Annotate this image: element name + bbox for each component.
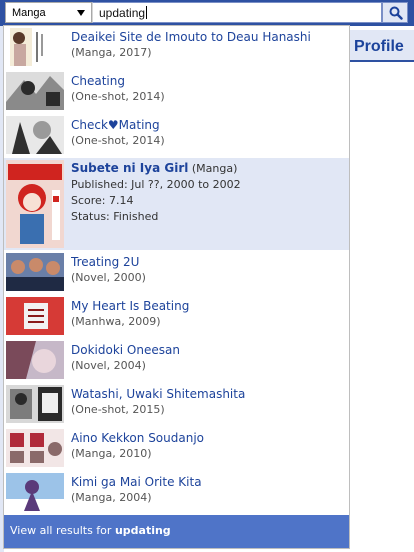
result-item[interactable]: Cheating (One-shot, 2014) bbox=[4, 70, 349, 114]
result-title: Check♥Mating bbox=[71, 118, 160, 132]
result-item[interactable]: Kimi ga Mai Orite Kita (Manga, 2004) bbox=[4, 471, 349, 515]
result-meta: (Manga, 2010) bbox=[71, 447, 152, 460]
result-title: Treating 2U bbox=[71, 255, 140, 269]
result-meta: (Manhwa, 2009) bbox=[71, 315, 161, 328]
result-title: My Heart Is Beating bbox=[71, 299, 190, 313]
search-results-dropdown: Deaikei Site de Imouto to Deau Hanashi (… bbox=[3, 25, 350, 549]
result-title: Kimi ga Mai Orite Kita bbox=[71, 475, 202, 489]
result-meta: (One-shot, 2015) bbox=[71, 403, 165, 416]
result-meta: (Manga, 2004) bbox=[71, 491, 152, 504]
result-thumbnail bbox=[6, 341, 64, 379]
search-bar: Manga updating bbox=[0, 0, 414, 26]
result-item[interactable]: Dokidoki Oneesan (Novel, 2004) bbox=[4, 339, 349, 383]
result-meta: (Novel, 2004) bbox=[71, 359, 146, 372]
result-thumbnail bbox=[6, 429, 64, 467]
result-heading: Subete ni Iya Girl (Manga) bbox=[71, 161, 238, 175]
result-published: Published: Jul ??, 2000 to 2002 bbox=[71, 178, 241, 191]
result-title: Cheating bbox=[71, 74, 125, 88]
result-title: Deaikei Site de Imouto to Deau Hanashi bbox=[71, 30, 311, 44]
result-status: Status: Finished bbox=[71, 210, 159, 223]
result-meta: (One-shot, 2014) bbox=[71, 134, 165, 147]
result-thumbnail bbox=[6, 72, 64, 110]
result-item[interactable]: Deaikei Site de Imouto to Deau Hanashi (… bbox=[4, 26, 349, 70]
search-icon bbox=[389, 6, 403, 20]
view-all-results-link[interactable]: View all results for updating bbox=[4, 515, 349, 548]
result-thumbnail bbox=[6, 297, 64, 335]
result-thumbnail bbox=[6, 160, 64, 248]
search-type-select[interactable]: Manga bbox=[5, 2, 92, 23]
result-meta: (Novel, 2000) bbox=[71, 271, 146, 284]
search-input-value: updating bbox=[99, 6, 146, 20]
result-thumbnail bbox=[6, 116, 64, 154]
text-cursor bbox=[146, 6, 148, 19]
result-thumbnail bbox=[6, 385, 64, 423]
result-score: Score: 7.14 bbox=[71, 194, 134, 207]
result-meta: (One-shot, 2014) bbox=[71, 90, 165, 103]
result-meta: (Manga, 2017) bbox=[71, 46, 152, 59]
view-all-query: updating bbox=[114, 524, 171, 537]
result-item[interactable]: Check♥Mating (One-shot, 2014) bbox=[4, 114, 349, 158]
search-type-value: Manga bbox=[12, 7, 46, 19]
result-thumbnail bbox=[6, 253, 64, 291]
result-thumbnail bbox=[6, 473, 64, 511]
chevron-down-icon bbox=[77, 10, 85, 16]
result-title: Aino Kekkon Soudanjo bbox=[71, 431, 205, 445]
search-input[interactable]: updating bbox=[92, 2, 382, 23]
tab-profile-label: Profile bbox=[354, 38, 404, 55]
result-type: (Manga) bbox=[191, 162, 238, 175]
result-item-highlighted[interactable]: Subete ni Iya Girl (Manga) Published: Ju… bbox=[4, 158, 349, 250]
tab-profile[interactable]: Profile bbox=[349, 30, 414, 62]
result-title: Dokidoki Oneesan bbox=[71, 343, 180, 357]
result-item[interactable]: Aino Kekkon Soudanjo (Manga, 2010) bbox=[4, 427, 349, 471]
result-item[interactable]: My Heart Is Beating (Manhwa, 2009) bbox=[4, 295, 349, 339]
search-button[interactable] bbox=[382, 2, 408, 23]
result-thumbnail bbox=[6, 28, 64, 66]
result-item[interactable]: Treating 2U (Novel, 2000) bbox=[4, 251, 349, 295]
result-title: Watashi, Uwaki Shitemashita bbox=[71, 387, 246, 401]
result-title: Subete ni Iya Girl bbox=[71, 161, 189, 175]
result-item[interactable]: Watashi, Uwaki Shitemashita (One-shot, 2… bbox=[4, 383, 349, 427]
view-all-prefix: View all results for bbox=[10, 524, 112, 537]
